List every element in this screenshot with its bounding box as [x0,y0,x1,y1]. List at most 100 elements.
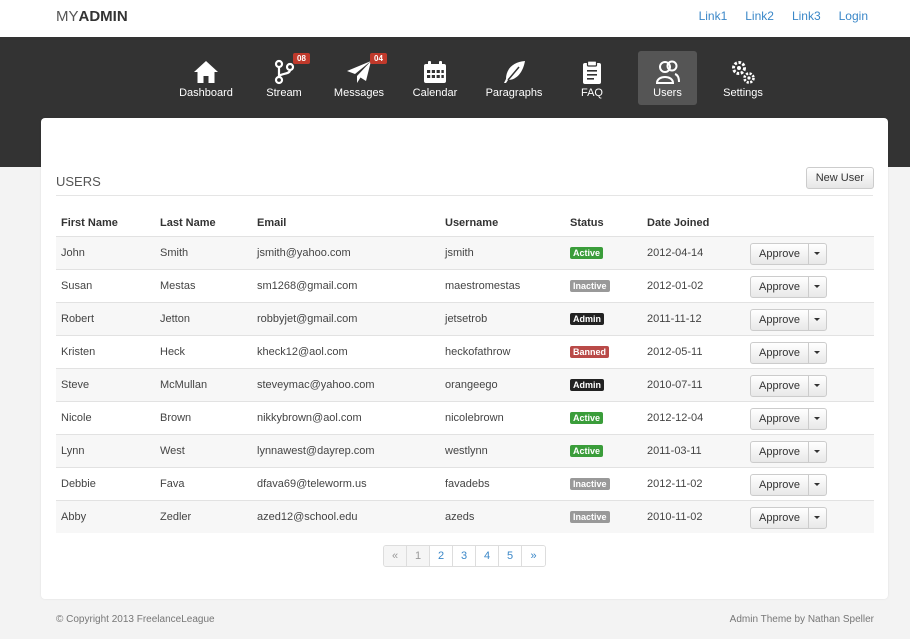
cell-last-name: Mestas [155,268,252,302]
cell-actions: Approve [745,235,874,269]
approve-button-group: Approve [750,275,827,298]
col-status[interactable]: Status [565,210,642,236]
col-username[interactable]: Username [440,210,565,236]
top-link-2[interactable]: Link2 [745,9,774,23]
gears-icon [732,61,755,84]
approve-button[interactable]: Approve [751,276,809,297]
login-link[interactable]: Login [839,9,868,23]
status-badge: Inactive [570,510,610,523]
users-panel: USERS New User First Name Last Name Emai… [41,118,888,599]
cell-status: Admin [565,301,642,335]
approve-button[interactable]: Approve [751,309,809,330]
cell-date-joined: 2010-11-02 [642,499,745,533]
table-row: Nicole Brown nikkybrown@aol.com nicolebrown… [56,400,874,434]
table-row: Debbie Fava dfava69@teleworm.us favadebs Ina… [56,466,874,500]
approve-button[interactable]: Approve [751,441,809,462]
copyright: © Copyright 2013 FreelanceLeague [56,614,215,625]
new-user-button[interactable]: New User [805,167,874,189]
page-4[interactable]: 4 [476,546,499,566]
approve-button-group: Approve [750,407,827,430]
nav-label: Dashboard [179,87,233,99]
cell-email: dfava69@teleworm.us [252,466,440,500]
cell-email: robbyjet@gmail.com [252,301,440,335]
table-row: Abby Zedler azed12@school.edu azeds Inactive… [56,499,874,533]
approve-dropdown-toggle[interactable] [809,376,826,396]
col-last-name[interactable]: Last Name [155,210,252,236]
approve-button[interactable]: Approve [751,375,809,396]
cell-date-joined: 2012-01-02 [642,268,745,302]
cell-date-joined: 2012-04-14 [642,235,745,269]
approve-button-group: Approve [750,341,827,364]
nav-users[interactable]: Users [638,51,697,105]
cell-username: heckofathrow [440,334,565,368]
brand-logo[interactable]: MYADMIN [56,8,128,25]
pagination: « 1 2 3 4 5 » [383,545,546,567]
col-first-name[interactable]: First Name [56,210,155,236]
page-next[interactable]: » [522,546,545,566]
approve-button-group: Approve [750,473,827,496]
status-badge: Admin [570,378,604,391]
nav-messages[interactable]: 04 Messages [333,51,387,105]
theme-credit: Admin Theme by Nathan Speller [729,614,874,625]
cell-date-joined: 2012-11-02 [642,466,745,500]
cell-date-joined: 2011-03-11 [642,433,745,467]
approve-button[interactable]: Approve [751,243,809,264]
approve-dropdown-toggle[interactable] [809,442,826,462]
caret-down-icon [814,285,821,288]
nav-dashboard[interactable]: Dashboard [176,51,236,105]
page-1[interactable]: 1 [407,546,430,566]
cell-actions: Approve [745,433,874,467]
approve-button[interactable]: Approve [751,507,809,528]
approve-dropdown-toggle[interactable] [809,343,826,363]
approve-dropdown-toggle[interactable] [809,508,826,528]
approve-button-group: Approve [750,506,827,529]
page-prev[interactable]: « [384,546,407,566]
cell-status: Active [565,235,642,269]
home-icon [194,61,218,83]
approve-dropdown-toggle[interactable] [809,409,826,429]
nav-label: Calendar [412,87,458,99]
approve-dropdown-toggle[interactable] [809,310,826,330]
cell-username: westlynn [440,433,565,467]
cell-last-name: Heck [155,334,252,368]
page-5[interactable]: 5 [499,546,522,566]
approve-button-group: Approve [750,374,827,397]
nav-label: Paragraphs [485,87,543,99]
cell-username: nicolebrown [440,400,565,434]
cell-status: Banned [565,334,642,368]
cell-last-name: Jetton [155,301,252,335]
cell-first-name: Nicole [56,400,155,434]
table-row: Robert Jetton robbyjet@gmail.com jetsetrob A… [56,301,874,335]
status-badge: Inactive [570,279,610,292]
page-2[interactable]: 2 [430,546,453,566]
approve-button[interactable]: Approve [751,408,809,429]
cell-email: azed12@school.edu [252,499,440,533]
cell-date-joined: 2012-12-04 [642,400,745,434]
table-row: Steve McMullan steveymac@yahoo.com orangeeg… [56,367,874,401]
caret-down-icon [814,252,821,255]
page-3[interactable]: 3 [453,546,476,566]
cell-username: jetsetrob [440,301,565,335]
top-link-3[interactable]: Link3 [792,9,821,23]
status-badge: Banned [570,345,610,358]
col-email[interactable]: Email [252,210,440,236]
approve-button-group: Approve [750,242,827,265]
top-link-1[interactable]: Link1 [699,9,728,23]
nav-stream[interactable]: 08 Stream [258,51,310,105]
approve-dropdown-toggle[interactable] [809,244,826,264]
approve-button[interactable]: Approve [751,474,809,495]
approve-button[interactable]: Approve [751,342,809,363]
cell-actions: Approve [745,367,874,401]
caret-down-icon [814,417,821,420]
approve-dropdown-toggle[interactable] [809,277,826,297]
approve-dropdown-toggle[interactable] [809,475,826,495]
table-row: Susan Mestas sm1268@gmail.com maestromestas… [56,268,874,302]
approve-button-group: Approve [750,308,827,331]
cell-email: kheck12@aol.com [252,334,440,368]
cell-actions: Approve [745,268,874,302]
nav-settings[interactable]: Settings [722,51,764,105]
nav-faq[interactable]: FAQ [572,51,612,105]
col-date-joined[interactable]: Date Joined [642,210,745,236]
nav-calendar[interactable]: Calendar [411,51,459,105]
nav-paragraphs[interactable]: Paragraphs [484,51,544,105]
